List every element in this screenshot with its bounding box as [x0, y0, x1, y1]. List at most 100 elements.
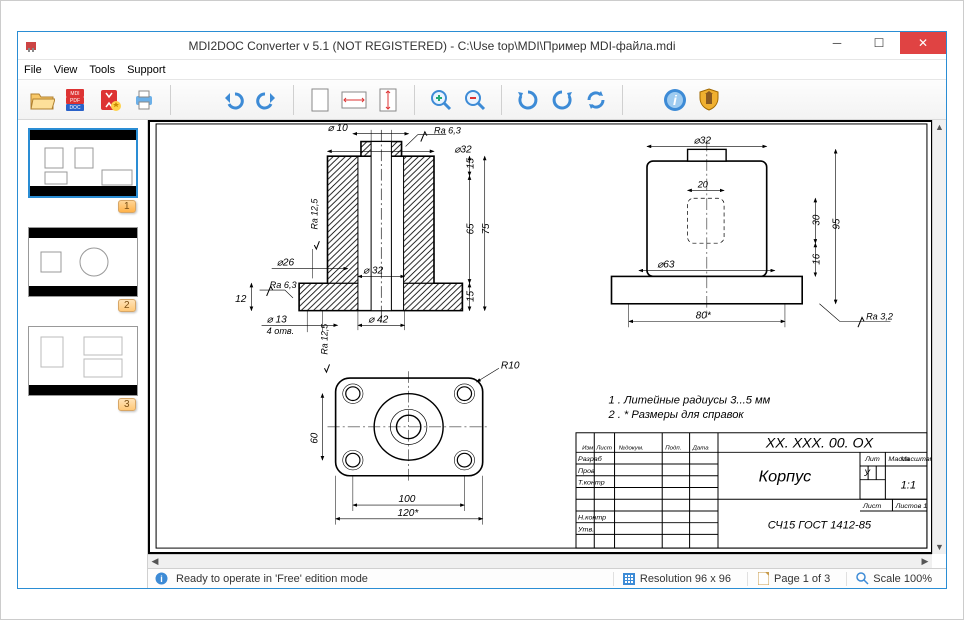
status-resolution: Resolution 96 x 96: [640, 573, 731, 585]
page-number-2: 2: [118, 299, 136, 312]
svg-text:12: 12: [235, 294, 247, 305]
status-ready: Ready to operate in 'Free' edition mode: [176, 573, 368, 585]
svg-text:75: 75: [481, 223, 492, 234]
redo-button[interactable]: [253, 86, 281, 114]
menu-support[interactable]: Support: [127, 64, 166, 76]
fit-height-button[interactable]: [374, 86, 402, 114]
svg-text:Лит: Лит: [864, 456, 880, 463]
info-button[interactable]: i: [661, 86, 689, 114]
thumbnail-1[interactable]: 1: [28, 128, 138, 198]
scale-icon: [855, 572, 869, 586]
svg-text:Дата: Дата: [692, 445, 710, 451]
svg-text:Изм: Изм: [582, 445, 593, 451]
refresh-button[interactable]: [582, 86, 610, 114]
svg-text:Разраб: Разраб: [578, 455, 603, 463]
svg-text:№докум.: №докум.: [619, 444, 644, 451]
svg-text:⌀26: ⌀26: [277, 258, 295, 269]
svg-text:MDI: MDI: [70, 91, 79, 97]
svg-text:Ra 12,5: Ra 12,5: [319, 324, 329, 355]
svg-text:4 отв.: 4 отв.: [267, 326, 295, 336]
main-view: ⌀ 10 Ra 6,3 ⌀32 75 15 65 15 ⌀26 ⌀ 32: [148, 120, 946, 588]
svg-text:Ra 12,5: Ra 12,5: [309, 199, 319, 230]
viewer: ⌀ 10 Ra 6,3 ⌀32 75 15 65 15 ⌀26 ⌀ 32: [148, 120, 946, 568]
svg-text:⌀ 42: ⌀ 42: [368, 314, 389, 325]
svg-text:Утв.: Утв.: [577, 527, 594, 534]
svg-text:i: i: [160, 574, 163, 584]
info-icon: i: [154, 572, 168, 586]
svg-text:20: 20: [697, 180, 708, 190]
svg-text:Лист: Лист: [595, 445, 612, 451]
register-button[interactable]: [695, 86, 723, 114]
content-area: 1 2 3: [18, 120, 946, 588]
close-button[interactable]: ✕: [900, 32, 946, 54]
maximize-button[interactable]: ☐: [858, 32, 900, 54]
thumbnail-3[interactable]: 3: [28, 326, 138, 396]
svg-text:⌀ 13: ⌀ 13: [267, 314, 288, 325]
drawing-page: ⌀ 10 Ra 6,3 ⌀32 75 15 65 15 ⌀26 ⌀ 32: [148, 120, 932, 554]
svg-text:2 . * Размеры для справок: 2 . * Размеры для справок: [607, 409, 744, 421]
minimize-button[interactable]: ─: [816, 32, 858, 54]
menu-view[interactable]: View: [54, 64, 78, 76]
undo-button[interactable]: [219, 86, 247, 114]
svg-text:65: 65: [465, 223, 476, 234]
window-title: MDI2DOC Converter v 5.1 (NOT REGISTERED)…: [48, 39, 816, 53]
window-buttons: ─ ☐ ✕: [816, 32, 946, 59]
toolbar: MDIPDFDOC i: [18, 80, 946, 120]
svg-text:Корпус: Корпус: [759, 469, 812, 486]
svg-text:15: 15: [465, 158, 476, 169]
vertical-scrollbar[interactable]: ▲▼: [932, 120, 946, 554]
zoom-out-button[interactable]: [461, 86, 489, 114]
menu-tools[interactable]: Tools: [89, 64, 115, 76]
fit-page-button[interactable]: [306, 86, 334, 114]
menubar: File View Tools Support: [18, 60, 946, 80]
svg-text:Подп.: Подп.: [665, 445, 681, 451]
svg-text:120*: 120*: [397, 508, 419, 519]
resolution-icon: [622, 572, 636, 586]
svg-text:Т.контр: Т.контр: [578, 480, 605, 487]
svg-text:⌀32: ⌀32: [694, 136, 712, 147]
zoom-in-button[interactable]: [427, 86, 455, 114]
open-button[interactable]: [28, 86, 56, 114]
svg-text:30: 30: [811, 214, 822, 225]
wizard-button[interactable]: [96, 86, 124, 114]
horizontal-scrollbar[interactable]: ◀▶: [148, 554, 932, 568]
svg-text:XX. XXX. 00. OX: XX. XXX. 00. OX: [765, 435, 874, 451]
svg-text:Листов 1: Листов 1: [894, 503, 927, 510]
thumbnail-2[interactable]: 2: [28, 227, 138, 297]
svg-text:У: У: [863, 468, 871, 478]
page-number-3: 3: [118, 398, 136, 411]
convert-button[interactable]: MDIPDFDOC: [62, 86, 90, 114]
svg-text:80*: 80*: [696, 311, 712, 322]
statusbar: i Ready to operate in 'Free' edition mod…: [148, 568, 946, 588]
status-scale: Scale 100%: [873, 573, 932, 585]
svg-text:PDF: PDF: [70, 98, 80, 104]
svg-text:15: 15: [465, 291, 476, 302]
rotate-left-button[interactable]: [514, 86, 542, 114]
svg-text:Пров: Пров: [578, 468, 595, 475]
svg-text:Н.контр: Н.контр: [578, 515, 606, 522]
thumbnail-panel: 1 2 3: [18, 120, 148, 588]
svg-text:Лист: Лист: [862, 503, 881, 510]
svg-text:⌀ 10: ⌀ 10: [328, 123, 349, 134]
svg-text:Ra 6,3: Ra 6,3: [270, 280, 297, 290]
svg-text:СЧ15 ГОСТ 1412-85: СЧ15 ГОСТ 1412-85: [768, 520, 872, 532]
svg-text:95: 95: [832, 218, 843, 229]
svg-text:1 . Литейные радиусы 3...5 мм: 1 . Литейные радиусы 3...5 мм: [608, 395, 770, 407]
svg-text:DOC: DOC: [69, 105, 81, 111]
rotate-right-button[interactable]: [548, 86, 576, 114]
svg-text:1:1: 1:1: [901, 480, 916, 492]
app-window: MDI2DOC Converter v 5.1 (NOT REGISTERED)…: [17, 31, 947, 589]
svg-text:100: 100: [399, 494, 416, 505]
svg-text:R10: R10: [501, 360, 520, 371]
status-page: Page 1 of 3: [774, 573, 830, 585]
menu-file[interactable]: File: [24, 64, 42, 76]
print-button[interactable]: [130, 86, 158, 114]
svg-text:Масштаб: Масштаб: [901, 455, 931, 463]
titlebar: MDI2DOC Converter v 5.1 (NOT REGISTERED)…: [18, 32, 946, 60]
page-number-1: 1: [118, 200, 136, 213]
svg-text:⌀32: ⌀32: [454, 144, 472, 155]
app-icon: [24, 38, 40, 54]
fit-width-button[interactable]: [340, 86, 368, 114]
page-icon: [756, 572, 770, 586]
svg-text:60: 60: [309, 432, 320, 443]
